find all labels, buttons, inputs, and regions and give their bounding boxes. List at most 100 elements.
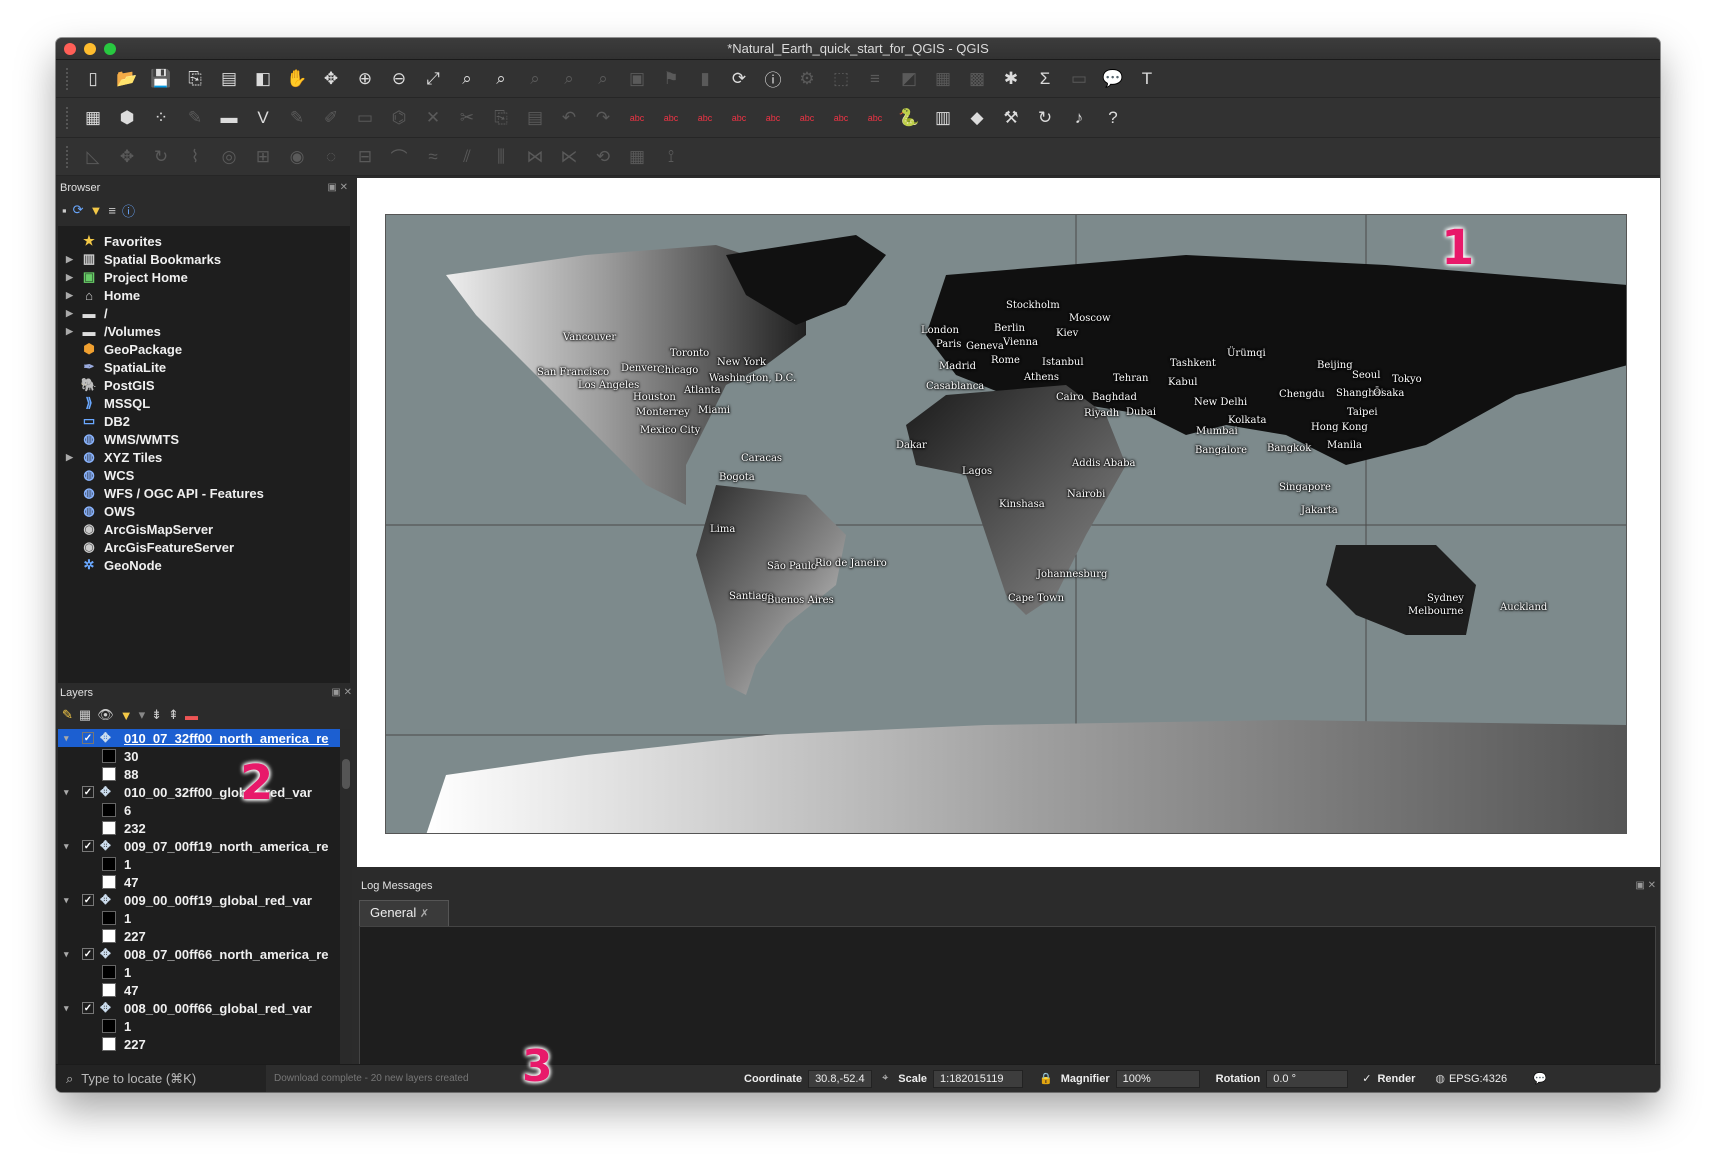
magnifier-field[interactable]: 100% [1115, 1069, 1200, 1088]
chevron-down-icon[interactable]: ▾ [64, 841, 78, 852]
messages-icon[interactable]: 💬 [1533, 1072, 1547, 1085]
move-feature-icon[interactable]: ✥ [112, 142, 142, 172]
undo-icon[interactable]: ↶ [554, 103, 584, 133]
rotate-feature-icon[interactable]: ↻ [146, 142, 176, 172]
change-label-icon[interactable]: abc [826, 103, 856, 133]
style-icon[interactable]: ✎ [62, 707, 73, 723]
save-project-icon[interactable]: 💾 [146, 64, 176, 94]
actions-icon[interactable]: ⚙ [792, 64, 822, 94]
world-map[interactable]: Stockholm Moscow Berlin London Kiev Paris Gene… [385, 214, 1627, 834]
delete-part-icon[interactable]: ⊟ [350, 142, 380, 172]
chevron-right-icon[interactable]: ▶ [66, 308, 80, 319]
rotate-point-icon[interactable]: ⟲ [588, 142, 618, 172]
filter-icon[interactable]: ▼ [90, 203, 103, 218]
locator-input[interactable]: Type to locate (⌘K) [81, 1071, 196, 1087]
layer-visibility-checkbox[interactable]: ✓ [82, 1002, 94, 1014]
select-by-value-icon[interactable]: ≡ [860, 64, 890, 94]
panel-close-icon[interactable]: ▣ ✕ [1635, 876, 1656, 896]
browser-item[interactable]: ▭ DB2 [58, 412, 350, 430]
text-annotation-icon[interactable]: T [1132, 64, 1162, 94]
delete-selected-icon[interactable]: ✕ [418, 103, 448, 133]
attribute-table-icon[interactable]: ▦ [928, 64, 958, 94]
split-features-icon[interactable]: ⫽ [452, 142, 482, 172]
plugin-music-icon[interactable]: ♪ [1064, 103, 1094, 133]
layer-visibility-checkbox[interactable]: ✓ [82, 732, 94, 744]
toolbar-grip[interactable] [66, 145, 70, 168]
browser-item[interactable]: ◍ OWS [58, 502, 350, 520]
show-bookmarks-icon[interactable]: ▮ [690, 64, 720, 94]
merge-attributes-icon[interactable]: ⋉ [554, 142, 584, 172]
zoom-next-icon[interactable]: ⌕ [588, 64, 618, 94]
browser-item[interactable]: ★ Favorites [58, 232, 350, 250]
zoom-last-icon[interactable]: ⌕ [554, 64, 584, 94]
new-temp-layer-icon[interactable]: ⁘ [146, 103, 176, 133]
toolbar-grip[interactable] [66, 106, 70, 129]
info-icon[interactable]: ⓘ [122, 201, 135, 220]
vertex-tool-icon[interactable]: ⌬ [384, 103, 414, 133]
label-highlight-icon[interactable]: abc [690, 103, 720, 133]
close-window-button[interactable] [64, 43, 76, 55]
layer-row[interactable]: ▾ ✓ ✥ 010_07_32ff00_north_america_re [58, 729, 340, 747]
browser-item[interactable]: ▶ ▥ Spatial Bookmarks [58, 250, 350, 268]
collapse-all-icon[interactable]: ⇞ [168, 707, 179, 723]
tab-general[interactable]: General ✗ [359, 900, 449, 926]
browser-item[interactable]: ⟫ MSSQL [58, 394, 350, 412]
add-part-icon[interactable]: ⊞ [248, 142, 278, 172]
digitize-icon[interactable]: ✎ [180, 103, 210, 133]
zoom-native-icon[interactable]: ⌕ [520, 64, 550, 94]
layer-visibility-checkbox[interactable]: ✓ [82, 948, 94, 960]
zoom-in-icon[interactable]: ⊕ [350, 64, 380, 94]
pin-labels-icon[interactable]: abc [656, 103, 686, 133]
move-label-icon[interactable]: abc [758, 103, 788, 133]
label-tool-icon[interactable]: abc [622, 103, 652, 133]
chevron-down-icon[interactable]: ▾ [64, 895, 78, 906]
layer-row[interactable]: ▾ ✓ ✥ 009_07_00ff19_north_america_re [58, 837, 340, 855]
locator[interactable]: ⌕ Type to locate (⌘K) [56, 1064, 266, 1092]
data-source-manager-icon[interactable]: ▦ [78, 103, 108, 133]
browser-item[interactable]: 🐘 PostGIS [58, 376, 350, 394]
layer-visibility-checkbox[interactable]: ✓ [82, 894, 94, 906]
chevron-down-icon[interactable]: ▾ [64, 949, 78, 960]
current-edits-icon[interactable]: ✐ [316, 103, 346, 133]
zoom-to-selection-icon[interactable]: ⌕ [452, 64, 482, 94]
refresh-icon[interactable]: ⟳ [73, 202, 84, 218]
collapse-all-icon[interactable]: ≡ [108, 203, 116, 218]
fill-ring-icon[interactable]: ◉ [282, 142, 312, 172]
show-labels-icon[interactable]: abc [724, 103, 754, 133]
layer-visibility-checkbox[interactable]: ✓ [82, 840, 94, 852]
chevron-right-icon[interactable]: ▶ [66, 254, 80, 265]
crs-button[interactable]: EPSG:4326 [1449, 1073, 1507, 1085]
zoom-full-icon[interactable]: ⤢ [418, 64, 448, 94]
zoom-window-button[interactable] [104, 43, 116, 55]
simplify-icon[interactable]: ⌇ [180, 142, 210, 172]
add-ring-icon[interactable]: ◎ [214, 142, 244, 172]
identify-icon[interactable]: ⓘ [758, 64, 788, 94]
select-features-icon[interactable]: ⬚ [826, 64, 856, 94]
chevron-down-icon[interactable]: ▾ [64, 733, 78, 744]
new-project-icon[interactable]: ▯ [78, 64, 108, 94]
visibility-icon[interactable]: 👁 [97, 707, 114, 723]
tab-close-icon[interactable]: ✗ [420, 908, 429, 920]
rotate-label-icon[interactable]: abc [792, 103, 822, 133]
panel-close-icon[interactable]: ▣ ✕ [331, 683, 352, 703]
advanced-digitize-icon[interactable]: ◺ [78, 142, 108, 172]
plugin-arrow-icon[interactable]: ↻ [1030, 103, 1060, 133]
map-tips-icon[interactable]: 💬 [1098, 64, 1128, 94]
browser-item[interactable]: ▶ ▬ / [58, 304, 350, 322]
browser-item[interactable]: ✲ GeoNode [58, 556, 350, 574]
measure-icon[interactable]: ▭ [1064, 64, 1094, 94]
copy-features-icon[interactable]: ⎘ [486, 103, 516, 133]
layer-visibility-checkbox[interactable]: ✓ [82, 786, 94, 798]
layer-row[interactable]: ▾ ✓ ✥ 009_00_00ff19_global_red_var [58, 891, 340, 909]
layer-row[interactable]: ▾ ✓ ✥ 008_07_00ff66_north_america_re [58, 945, 340, 963]
chevron-right-icon[interactable]: ▶ [66, 452, 80, 463]
browser-item[interactable]: ✒ SpatiaLite [58, 358, 350, 376]
layer-row[interactable]: ▾ ✓ ✥ 010_00_32ff00_global_red_var [58, 783, 340, 801]
save-as-icon[interactable]: ⎘ [180, 64, 210, 94]
add-layer-icon[interactable]: ▪ [62, 203, 67, 218]
pan-hand-icon[interactable]: ✋ [282, 64, 312, 94]
delete-ring-icon[interactable]: ◌ [316, 142, 346, 172]
open-project-icon[interactable]: 📂 [112, 64, 142, 94]
layer-row[interactable]: ▾ ✓ ✥ 008_00_00ff66_global_red_var [58, 999, 340, 1017]
merge-features-icon[interactable]: ⋈ [520, 142, 550, 172]
